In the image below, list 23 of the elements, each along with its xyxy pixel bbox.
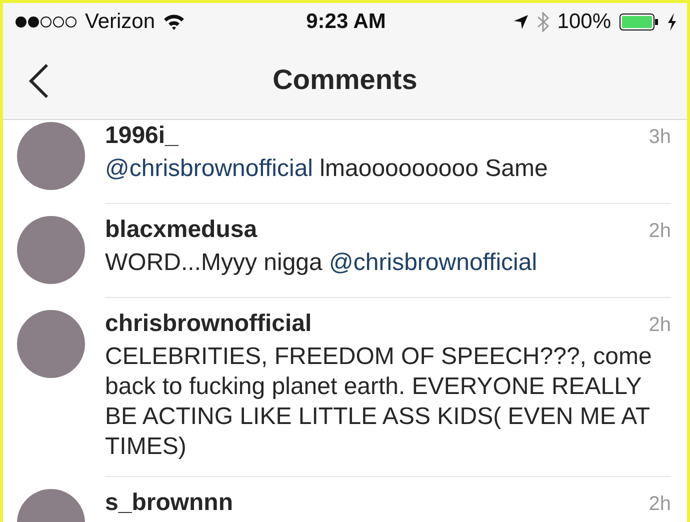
bluetooth-icon [537,12,550,32]
battery-percentage: 100% [557,10,611,34]
comment-text: WORD...Myyy nigga @chrisbrownofficial [105,248,538,278]
page-title: Comments [272,64,418,96]
location-arrow-icon [513,14,530,30]
comment-text: CELEBRITIES, FREEDOM OF SPEECH???, come back to fucking planet earth. EVERYONE REALLY BE ACTING LIKE LITTLE ASS KIDS( EVEN ME AT TIMES) [105,342,653,462]
comment-time: 2h [648,219,671,243]
username-link[interactable]: 1996i_ [105,122,178,150]
comment-time: 2h [648,313,671,337]
username-link[interactable]: s_brownnn [105,489,234,517]
mention-link[interactable]: @chrisbrownofficial [105,155,313,182]
comment-text: @chrisbrownofficial lmaooooooooo Same [105,154,549,184]
comment-time: 3h [648,125,671,149]
charging-bolt-icon [667,13,677,31]
username-link[interactable]: chrisbrownofficial [105,310,312,338]
carrier-name: Verizon [85,10,156,34]
signal-icon [15,16,77,28]
comment-time: 2h [648,492,671,516]
battery-icon [619,13,659,31]
wifi-icon [163,14,186,30]
status-time: 9:23 AM [306,10,386,34]
mention-link[interactable]: @chrisbrownofficial [329,249,538,276]
username-link[interactable]: blacxmedusa [105,216,258,244]
